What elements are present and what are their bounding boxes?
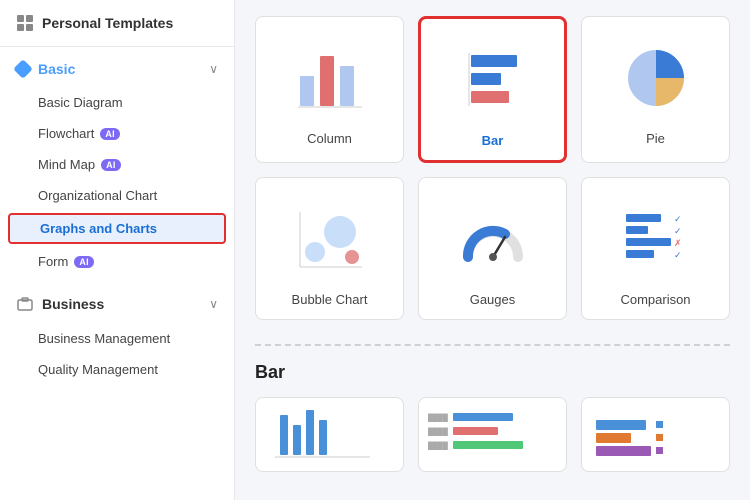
column-icon-area — [268, 33, 391, 123]
bar-template-1[interactable] — [255, 397, 404, 472]
business-chevron-icon: ∨ — [209, 297, 218, 311]
bubble-card-label: Bubble Chart — [292, 292, 368, 307]
basic-diagram-label: Basic Diagram — [38, 95, 123, 110]
sidebar-item-basic-diagram[interactable]: Basic Diagram — [0, 87, 234, 118]
mind-map-label: Mind Map — [38, 157, 95, 172]
sidebar-item-flowchart[interactable]: Flowchart AI — [0, 118, 234, 149]
pie-icon-area — [594, 33, 717, 123]
gauges-card-label: Gauges — [470, 292, 516, 307]
sidebar-header: Personal Templates — [0, 0, 234, 47]
form-label: Form — [38, 254, 68, 269]
bar-icon-area — [433, 35, 552, 125]
personal-templates-title: Personal Templates — [42, 15, 173, 31]
svg-text:✓: ✓ — [674, 214, 682, 224]
graphs-charts-label: Graphs and Charts — [40, 221, 157, 236]
svg-text:████: ████ — [428, 427, 448, 437]
mind-map-ai-badge: AI — [101, 159, 121, 171]
bar-template-2[interactable]: ████ ████ ████ — [418, 397, 567, 472]
basic-chevron-icon: ∨ — [209, 62, 218, 76]
section-heading: Bar — [255, 362, 730, 383]
basic-group: Basic ∨ Basic Diagram Flowchart AI Mind … — [0, 47, 234, 281]
sidebar-item-business-management[interactable]: Business Management — [0, 323, 234, 354]
flowchart-label: Flowchart — [38, 126, 94, 141]
basic-group-header[interactable]: Basic ∨ — [0, 51, 234, 87]
business-management-label: Business Management — [38, 331, 170, 346]
bottom-templates-grid: ████ ████ ████ — [255, 397, 730, 472]
section-divider — [255, 344, 730, 346]
business-icon — [16, 295, 34, 313]
org-chart-label: Organizational Chart — [38, 188, 157, 203]
gauges-card[interactable]: Gauges — [418, 177, 567, 320]
basic-diamond-icon — [13, 59, 33, 79]
main-content: Column Bar — [235, 0, 750, 500]
template-icon — [16, 14, 34, 32]
gauge-icon-area — [431, 194, 554, 284]
bubble-card[interactable]: Bubble Chart — [255, 177, 404, 320]
svg-text:✓: ✓ — [674, 250, 682, 260]
svg-text:████: ████ — [428, 441, 448, 451]
business-group-label: Business — [42, 296, 104, 312]
sidebar-item-org-chart[interactable]: Organizational Chart — [0, 180, 234, 211]
content-area: Column Bar — [235, 0, 750, 500]
bubble-icon-area — [268, 194, 391, 284]
svg-text:████: ████ — [428, 413, 448, 423]
pie-card-label: Pie — [646, 131, 665, 146]
sidebar-item-mind-map[interactable]: Mind Map AI — [0, 149, 234, 180]
flowchart-ai-badge: AI — [100, 128, 120, 140]
pie-card[interactable]: Pie — [581, 16, 730, 163]
basic-group-label: Basic — [38, 61, 75, 77]
sidebar-item-graphs-charts[interactable]: Graphs and Charts — [8, 213, 226, 244]
comparison-card[interactable]: ✓ ✓ ✗ ✓ Comparison — [581, 177, 730, 320]
bar-card[interactable]: Bar — [418, 16, 567, 163]
quality-management-label: Quality Management — [38, 362, 158, 377]
sidebar: Personal Templates Basic ∨ Basic Diagram… — [0, 0, 235, 500]
bar-template-3[interactable] — [581, 397, 730, 472]
business-group-header[interactable]: Business ∨ — [0, 285, 234, 323]
sidebar-item-form[interactable]: Form AI — [0, 246, 234, 277]
column-card-label: Column — [307, 131, 352, 146]
comparison-icon-area: ✓ ✓ ✗ ✓ — [594, 194, 717, 284]
svg-text:✓: ✓ — [674, 226, 682, 236]
column-card[interactable]: Column — [255, 16, 404, 163]
svg-text:✗: ✗ — [674, 238, 682, 248]
business-group: Business ∨ Business Management Quality M… — [0, 281, 234, 389]
form-ai-badge: AI — [74, 256, 94, 268]
top-templates-grid: Column Bar — [255, 16, 730, 320]
comparison-card-label: Comparison — [620, 292, 690, 307]
sidebar-item-quality-management[interactable]: Quality Management — [0, 354, 234, 385]
bar-card-label: Bar — [482, 133, 504, 148]
